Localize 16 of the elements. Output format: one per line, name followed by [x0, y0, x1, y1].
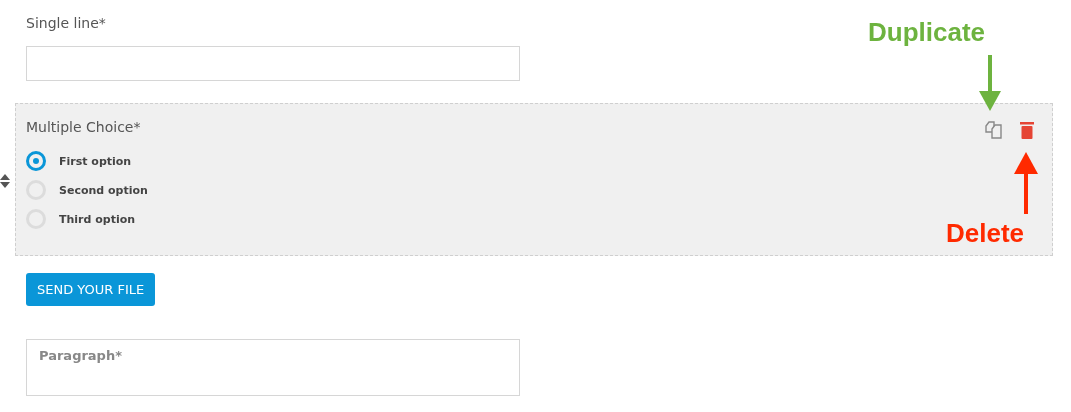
option-label: Third option: [59, 212, 136, 226]
annotation-label: Duplicate: [868, 17, 986, 48]
input-field[interactable]: [26, 46, 520, 81]
option-label: Second option: [59, 183, 148, 197]
drag-handle-icon[interactable]: [0, 174, 10, 188]
option-label: First option: [59, 154, 132, 168]
question-label: Multiple Choice*: [26, 118, 141, 137]
down-arrow: [979, 55, 1001, 111]
field-label: Single line*: [26, 14, 106, 33]
send-file-button[interactable]: SEND YOUR FILE: [26, 273, 156, 306]
radio-button[interactable]: [26, 151, 46, 171]
paragraph-field[interactable]: Paragraph*: [26, 339, 520, 396]
up-arrow: [1014, 152, 1038, 214]
annotation-label: Delete: [946, 218, 1025, 249]
trash-icon[interactable]: [1020, 121, 1034, 139]
copy-icon[interactable]: [984, 120, 1004, 140]
